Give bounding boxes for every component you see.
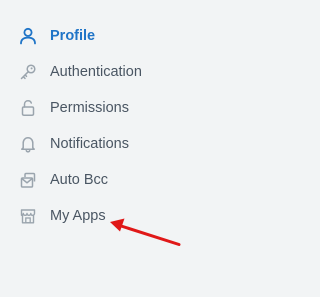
- sidebar-nav: Profile Authentication Permissions Notif…: [0, 18, 252, 234]
- store-icon: [20, 209, 36, 224]
- envelope-icon: [20, 172, 36, 188]
- sidebar-item-permissions[interactable]: Permissions: [0, 90, 252, 126]
- sidebar-item-label: Permissions: [50, 100, 129, 116]
- sidebar-item-notifications[interactable]: Notifications: [0, 126, 252, 162]
- sidebar-item-label: Auto Bcc: [50, 172, 109, 188]
- sidebar-item-label: Authentication: [50, 64, 142, 80]
- user-icon: [20, 27, 36, 45]
- sidebar-item-label: Notifications: [50, 136, 129, 152]
- lock-icon: [21, 100, 35, 116]
- cropped-section-title: y: [62, 0, 70, 3]
- settings-sidebar-screen: y Profile Authentication Permissions: [0, 0, 252, 297]
- red-arrow-icon: [110, 218, 181, 246]
- sidebar-item-label: My Apps: [50, 208, 106, 224]
- sidebar-item-authentication[interactable]: Authentication: [0, 54, 252, 90]
- bell-icon: [21, 137, 35, 153]
- sidebar-item-label: Profile: [50, 28, 96, 44]
- sidebar-item-auto-bcc[interactable]: Auto Bcc: [0, 162, 252, 198]
- key-icon: [20, 64, 36, 80]
- sidebar-item-profile[interactable]: Profile: [0, 18, 252, 54]
